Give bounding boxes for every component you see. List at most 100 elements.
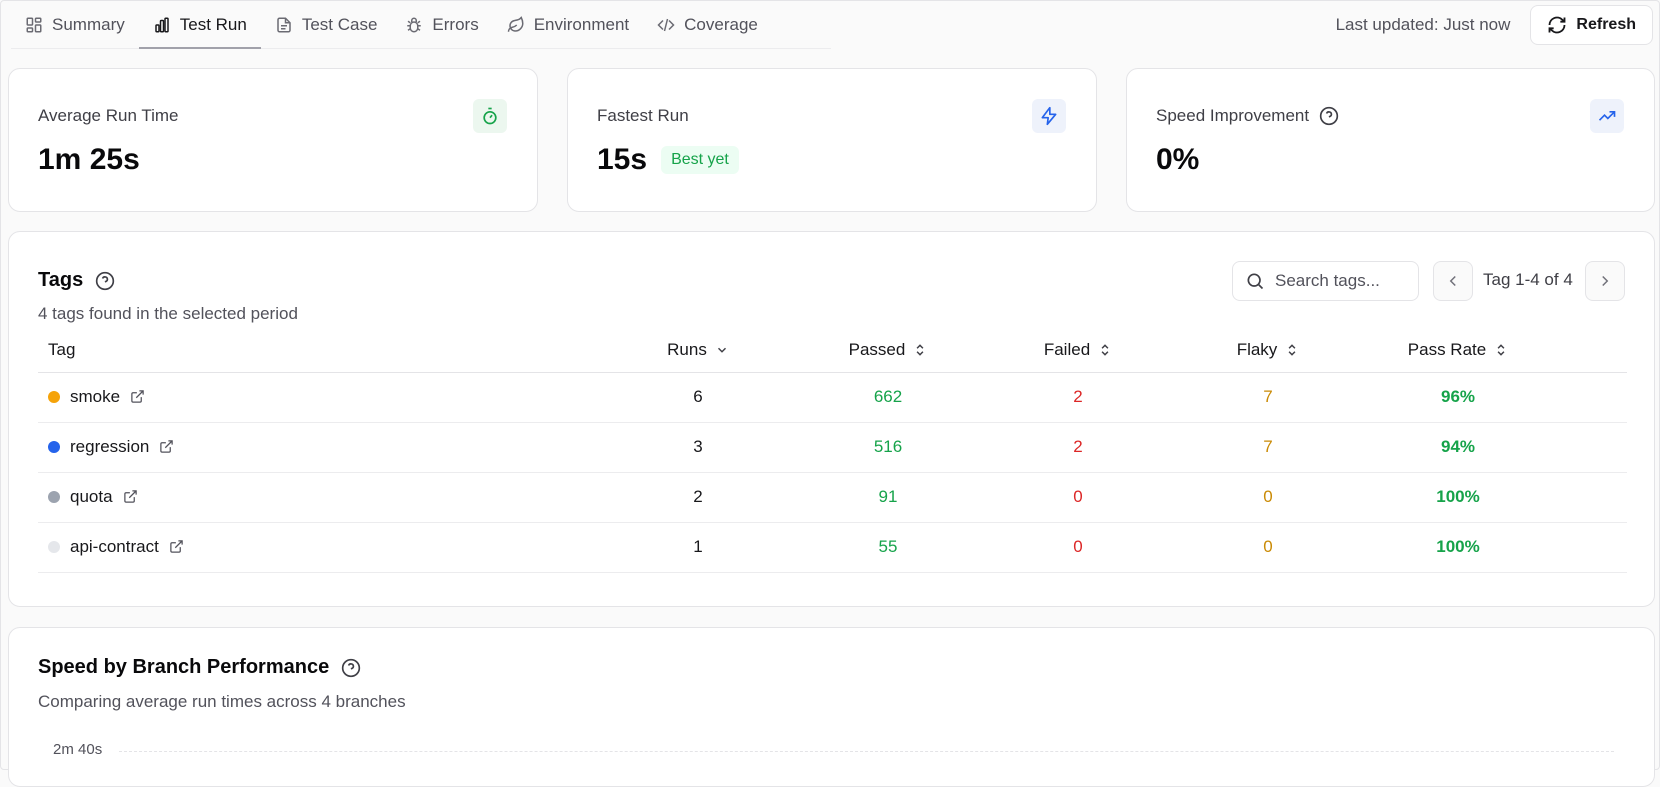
sort-icon (1098, 343, 1112, 357)
table-row[interactable]: smoke 6 662 2 7 96% (38, 372, 1627, 423)
external-link-icon[interactable] (123, 489, 138, 504)
speed-improvement-label-wrap: Speed Improvement (1156, 106, 1339, 126)
col-header-label: Runs (667, 339, 707, 359)
tab-test-case[interactable]: Test Case (261, 1, 392, 48)
table-row[interactable]: regression 3 516 2 7 94% (38, 422, 1627, 473)
fastest-run-value-wrap: 15s Best yet (597, 143, 739, 177)
tag-cell-inner: smoke (48, 387, 145, 407)
chevron-left-icon (1444, 272, 1462, 290)
spacer-cell (1553, 422, 1627, 473)
spacer-cell (1553, 372, 1627, 423)
passed-cell: 55 (793, 522, 983, 573)
table-header-row: Tag Runs Passed Failed Flaky Pass Rate (38, 328, 1627, 373)
tag-color-dot (48, 490, 60, 503)
col-header-flaky[interactable]: Flaky (1173, 328, 1363, 373)
chevron-right-icon (1596, 272, 1614, 290)
tag-cell-inner: quota (48, 487, 138, 507)
runs-cell: 2 (603, 472, 793, 523)
refresh-label: Refresh (1576, 16, 1636, 33)
tab-test-run[interactable]: Test Run (138, 1, 261, 49)
sort-flaky[interactable]: Flaky (1237, 340, 1300, 360)
tag-name[interactable]: smoke (70, 387, 120, 407)
tag-color-dot (48, 390, 60, 403)
col-header-tag: Tag (38, 328, 603, 373)
sort-icon (913, 343, 927, 357)
tab-errors[interactable]: Errors (391, 1, 492, 48)
code-icon (657, 16, 675, 34)
flaky-cell: 7 (1173, 422, 1363, 473)
tab-summary[interactable]: Summary (11, 1, 139, 48)
failed-cell: 2 (983, 422, 1173, 473)
tag-cell: api-contract (38, 522, 603, 573)
tags-card: Tags 4 tags found in the selected period… (8, 231, 1655, 607)
failed-cell: 0 (983, 472, 1173, 523)
col-header-label: Flaky (1236, 339, 1278, 359)
tag-name[interactable]: regression (70, 437, 149, 457)
pass-rate-cell: 100% (1363, 472, 1553, 523)
avg-run-time-card: Average Run Time 1m 25s (8, 68, 538, 212)
tag-cell: quota (38, 472, 603, 523)
tag-name[interactable]: quota (70, 487, 113, 507)
leaf-icon (507, 15, 525, 34)
tab-bar: Summary Test Run Test Case Errors Enviro… (11, 1, 831, 49)
tag-color-dot (48, 440, 60, 453)
external-link-icon[interactable] (159, 439, 174, 454)
sort-passed[interactable]: Passed (849, 340, 928, 360)
best-yet-badge: Best yet (661, 146, 739, 174)
sort-failed[interactable]: Failed (1044, 340, 1112, 360)
speed-improvement-value: 0% (1156, 143, 1200, 176)
tag-cell: regression (38, 422, 603, 473)
help-circle-icon[interactable] (95, 271, 115, 291)
branch-performance-card: Speed by Branch Performance Comparing av… (8, 627, 1655, 787)
tag-cell: smoke (38, 372, 603, 423)
search-tags-input[interactable] (1275, 271, 1405, 291)
trending-up-icon (1590, 99, 1624, 133)
pass-rate-cell: 96% (1363, 372, 1553, 423)
sort-pass-rate[interactable]: Pass Rate (1408, 340, 1508, 360)
avg-run-time-value: 1m 25s (38, 143, 140, 176)
table-row[interactable]: api-contract 1 55 0 0 100% (38, 522, 1627, 573)
col-header-pass-rate[interactable]: Pass Rate (1363, 328, 1553, 373)
tab-label: Errors (432, 14, 479, 34)
speed-improvement-card: Speed Improvement 0% (1126, 68, 1655, 212)
sort-icon (1494, 343, 1508, 357)
next-page-button[interactable] (1585, 261, 1625, 301)
passed-cell: 662 (793, 372, 983, 423)
search-icon (1245, 271, 1265, 291)
y-axis-tick-label: 2m 40s (53, 741, 103, 758)
flaky-cell: 0 (1173, 472, 1363, 523)
tags-title: Tags (38, 269, 84, 291)
failed-cell: 2 (983, 372, 1173, 423)
col-header-label: Pass Rate (1407, 339, 1487, 359)
sort-icon (1285, 343, 1299, 357)
col-header-runs[interactable]: Runs (603, 328, 793, 373)
spacer-cell (1553, 472, 1627, 523)
tags-subtitle: 4 tags found in the selected period (38, 304, 298, 323)
col-header-label: Passed (848, 339, 906, 359)
tab-environment[interactable]: Environment (493, 1, 643, 48)
tag-name[interactable]: api-contract (70, 537, 159, 557)
refresh-button[interactable]: Refresh (1530, 5, 1653, 45)
col-header-spacer (1553, 328, 1627, 373)
search-tags-box (1232, 261, 1419, 301)
speed-improvement-label: Speed Improvement (1156, 106, 1310, 125)
tags-title-wrap: Tags (38, 269, 115, 292)
help-circle-icon[interactable] (1319, 106, 1339, 126)
avg-run-time-label: Average Run Time (38, 106, 179, 125)
col-header-passed[interactable]: Passed (793, 328, 983, 373)
runs-cell: 1 (603, 522, 793, 573)
external-link-icon[interactable] (169, 539, 184, 554)
tab-coverage[interactable]: Coverage (643, 1, 772, 48)
external-link-icon[interactable] (130, 389, 145, 404)
passed-cell: 516 (793, 422, 983, 473)
last-updated-text: Last updated: Just now (1335, 15, 1511, 34)
col-header-failed[interactable]: Failed (983, 328, 1173, 373)
runs-cell: 3 (603, 422, 793, 473)
runs-cell: 6 (603, 372, 793, 423)
bar-chart-icon (153, 16, 171, 34)
previous-page-button[interactable] (1433, 261, 1473, 301)
table-row[interactable]: quota 2 91 0 0 100% (38, 472, 1627, 523)
help-circle-icon[interactable] (341, 658, 361, 678)
pass-rate-cell: 94% (1363, 422, 1553, 473)
sort-runs[interactable]: Runs (667, 340, 729, 360)
